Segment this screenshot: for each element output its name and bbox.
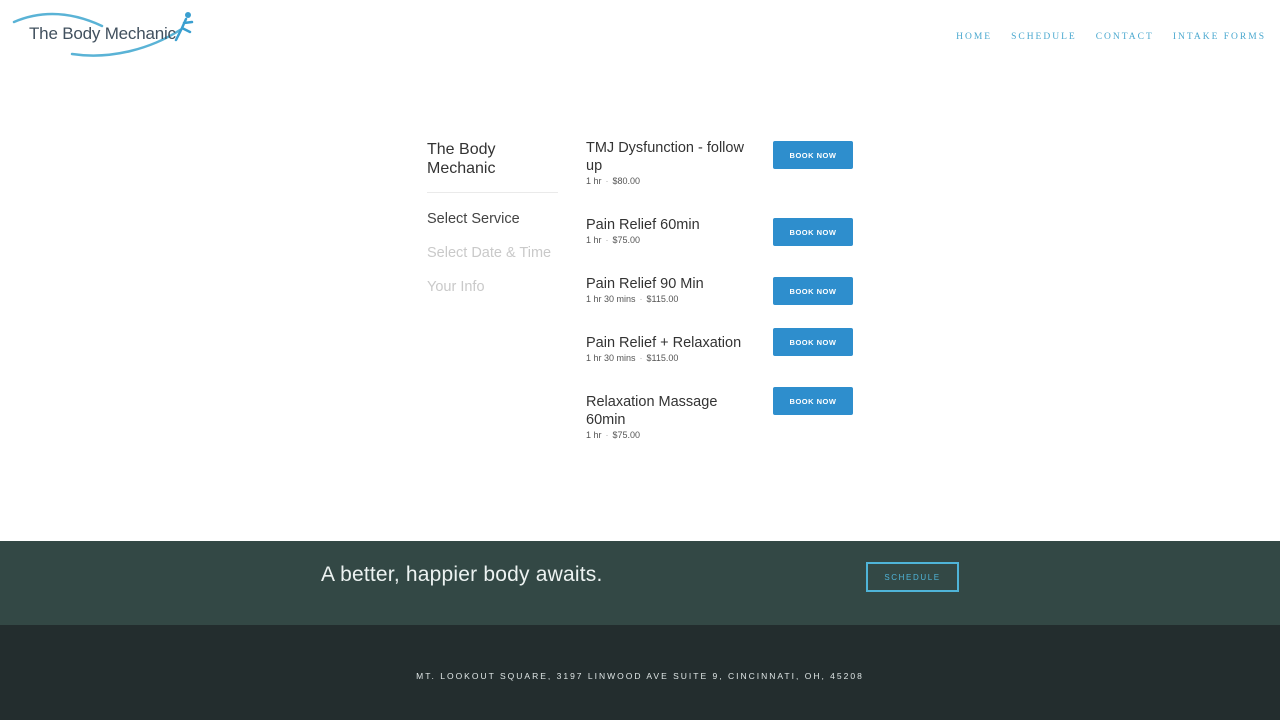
service-item: Pain Relief 60min 1 hr · $75.00 BOOK NOW xyxy=(586,216,856,275)
service-name: Pain Relief + Relaxation xyxy=(586,335,742,351)
service-price: $75.00 xyxy=(612,430,641,440)
book-now-button[interactable]: BOOK NOW xyxy=(773,218,853,246)
service-name: Pain Relief 90 Min xyxy=(586,276,704,292)
separator-dot: · xyxy=(639,294,643,304)
book-now-button[interactable]: BOOK NOW xyxy=(773,141,853,169)
step-select-date-time: Select Date & Time xyxy=(427,245,552,261)
separator-dot: · xyxy=(605,235,609,245)
service-price: $80.00 xyxy=(612,176,641,186)
main-nav: HOME SCHEDULE CONTACT INTAKE FORMS xyxy=(956,32,1266,42)
cta-headline: A better, happier body awaits. xyxy=(321,563,603,586)
footer: MT. LOOKOUT SQUARE, 3197 LINWOOD AVE SUI… xyxy=(0,625,1280,720)
service-item: TMJ Dysfunction - follow up 1 hr · $80.00 … xyxy=(586,139,856,216)
service-meta: 1 hr · $80.00 xyxy=(586,176,856,186)
nav-contact[interactable]: CONTACT xyxy=(1096,32,1154,42)
business-name: The Body Mechanic xyxy=(427,140,558,193)
step-your-info: Your Info xyxy=(427,279,485,295)
cta-band: A better, happier body awaits. SCHEDULE xyxy=(0,541,1280,625)
service-meta: 1 hr · $75.00 xyxy=(586,430,856,440)
separator-dot: · xyxy=(605,430,609,440)
logo[interactable]: The Body Mechanic xyxy=(12,10,198,60)
service-duration: 1 hr xyxy=(586,430,602,440)
service-price: $115.00 xyxy=(646,294,679,304)
service-list: TMJ Dysfunction - follow up 1 hr · $80.00 … xyxy=(586,139,856,440)
service-item: Pain Relief + Relaxation 1 hr 30 mins · $1… xyxy=(586,328,856,393)
schedule-button[interactable]: SCHEDULE xyxy=(866,562,959,592)
service-duration: 1 hr 30 mins xyxy=(586,294,636,304)
service-duration: 1 hr xyxy=(586,235,602,245)
nav-schedule[interactable]: SCHEDULE xyxy=(1011,32,1077,42)
service-name: Relaxation Massage 60min xyxy=(586,394,718,428)
service-item: Pain Relief 90 Min 1 hr 30 mins · $115.00 … xyxy=(586,275,856,334)
book-now-button[interactable]: BOOK NOW xyxy=(773,277,853,305)
book-now-button[interactable]: BOOK NOW xyxy=(773,387,853,415)
service-name: Pain Relief 60min xyxy=(586,217,700,233)
step-select-service[interactable]: Select Service xyxy=(427,211,558,227)
service-price: $115.00 xyxy=(646,353,679,363)
footer-address: MT. LOOKOUT SQUARE, 3197 LINWOOD AVE SUI… xyxy=(416,671,864,681)
scheduler-steps: The Body Mechanic Select Service Select … xyxy=(427,140,558,295)
service-duration: 1 hr 30 mins xyxy=(586,353,636,363)
book-now-button[interactable]: BOOK NOW xyxy=(773,328,853,356)
service-price: $75.00 xyxy=(612,235,641,245)
separator-dot: · xyxy=(605,176,609,186)
service-item: Relaxation Massage 60min 1 hr · $75.00 BOO… xyxy=(586,387,856,440)
service-name: TMJ Dysfunction - follow up xyxy=(586,140,744,174)
service-duration: 1 hr xyxy=(586,176,602,186)
separator-dot: · xyxy=(639,353,643,363)
logo-text: The Body Mechanic xyxy=(29,24,176,43)
nav-home[interactable]: HOME xyxy=(956,32,992,42)
nav-intake-forms[interactable]: INTAKE FORMS xyxy=(1173,32,1266,42)
